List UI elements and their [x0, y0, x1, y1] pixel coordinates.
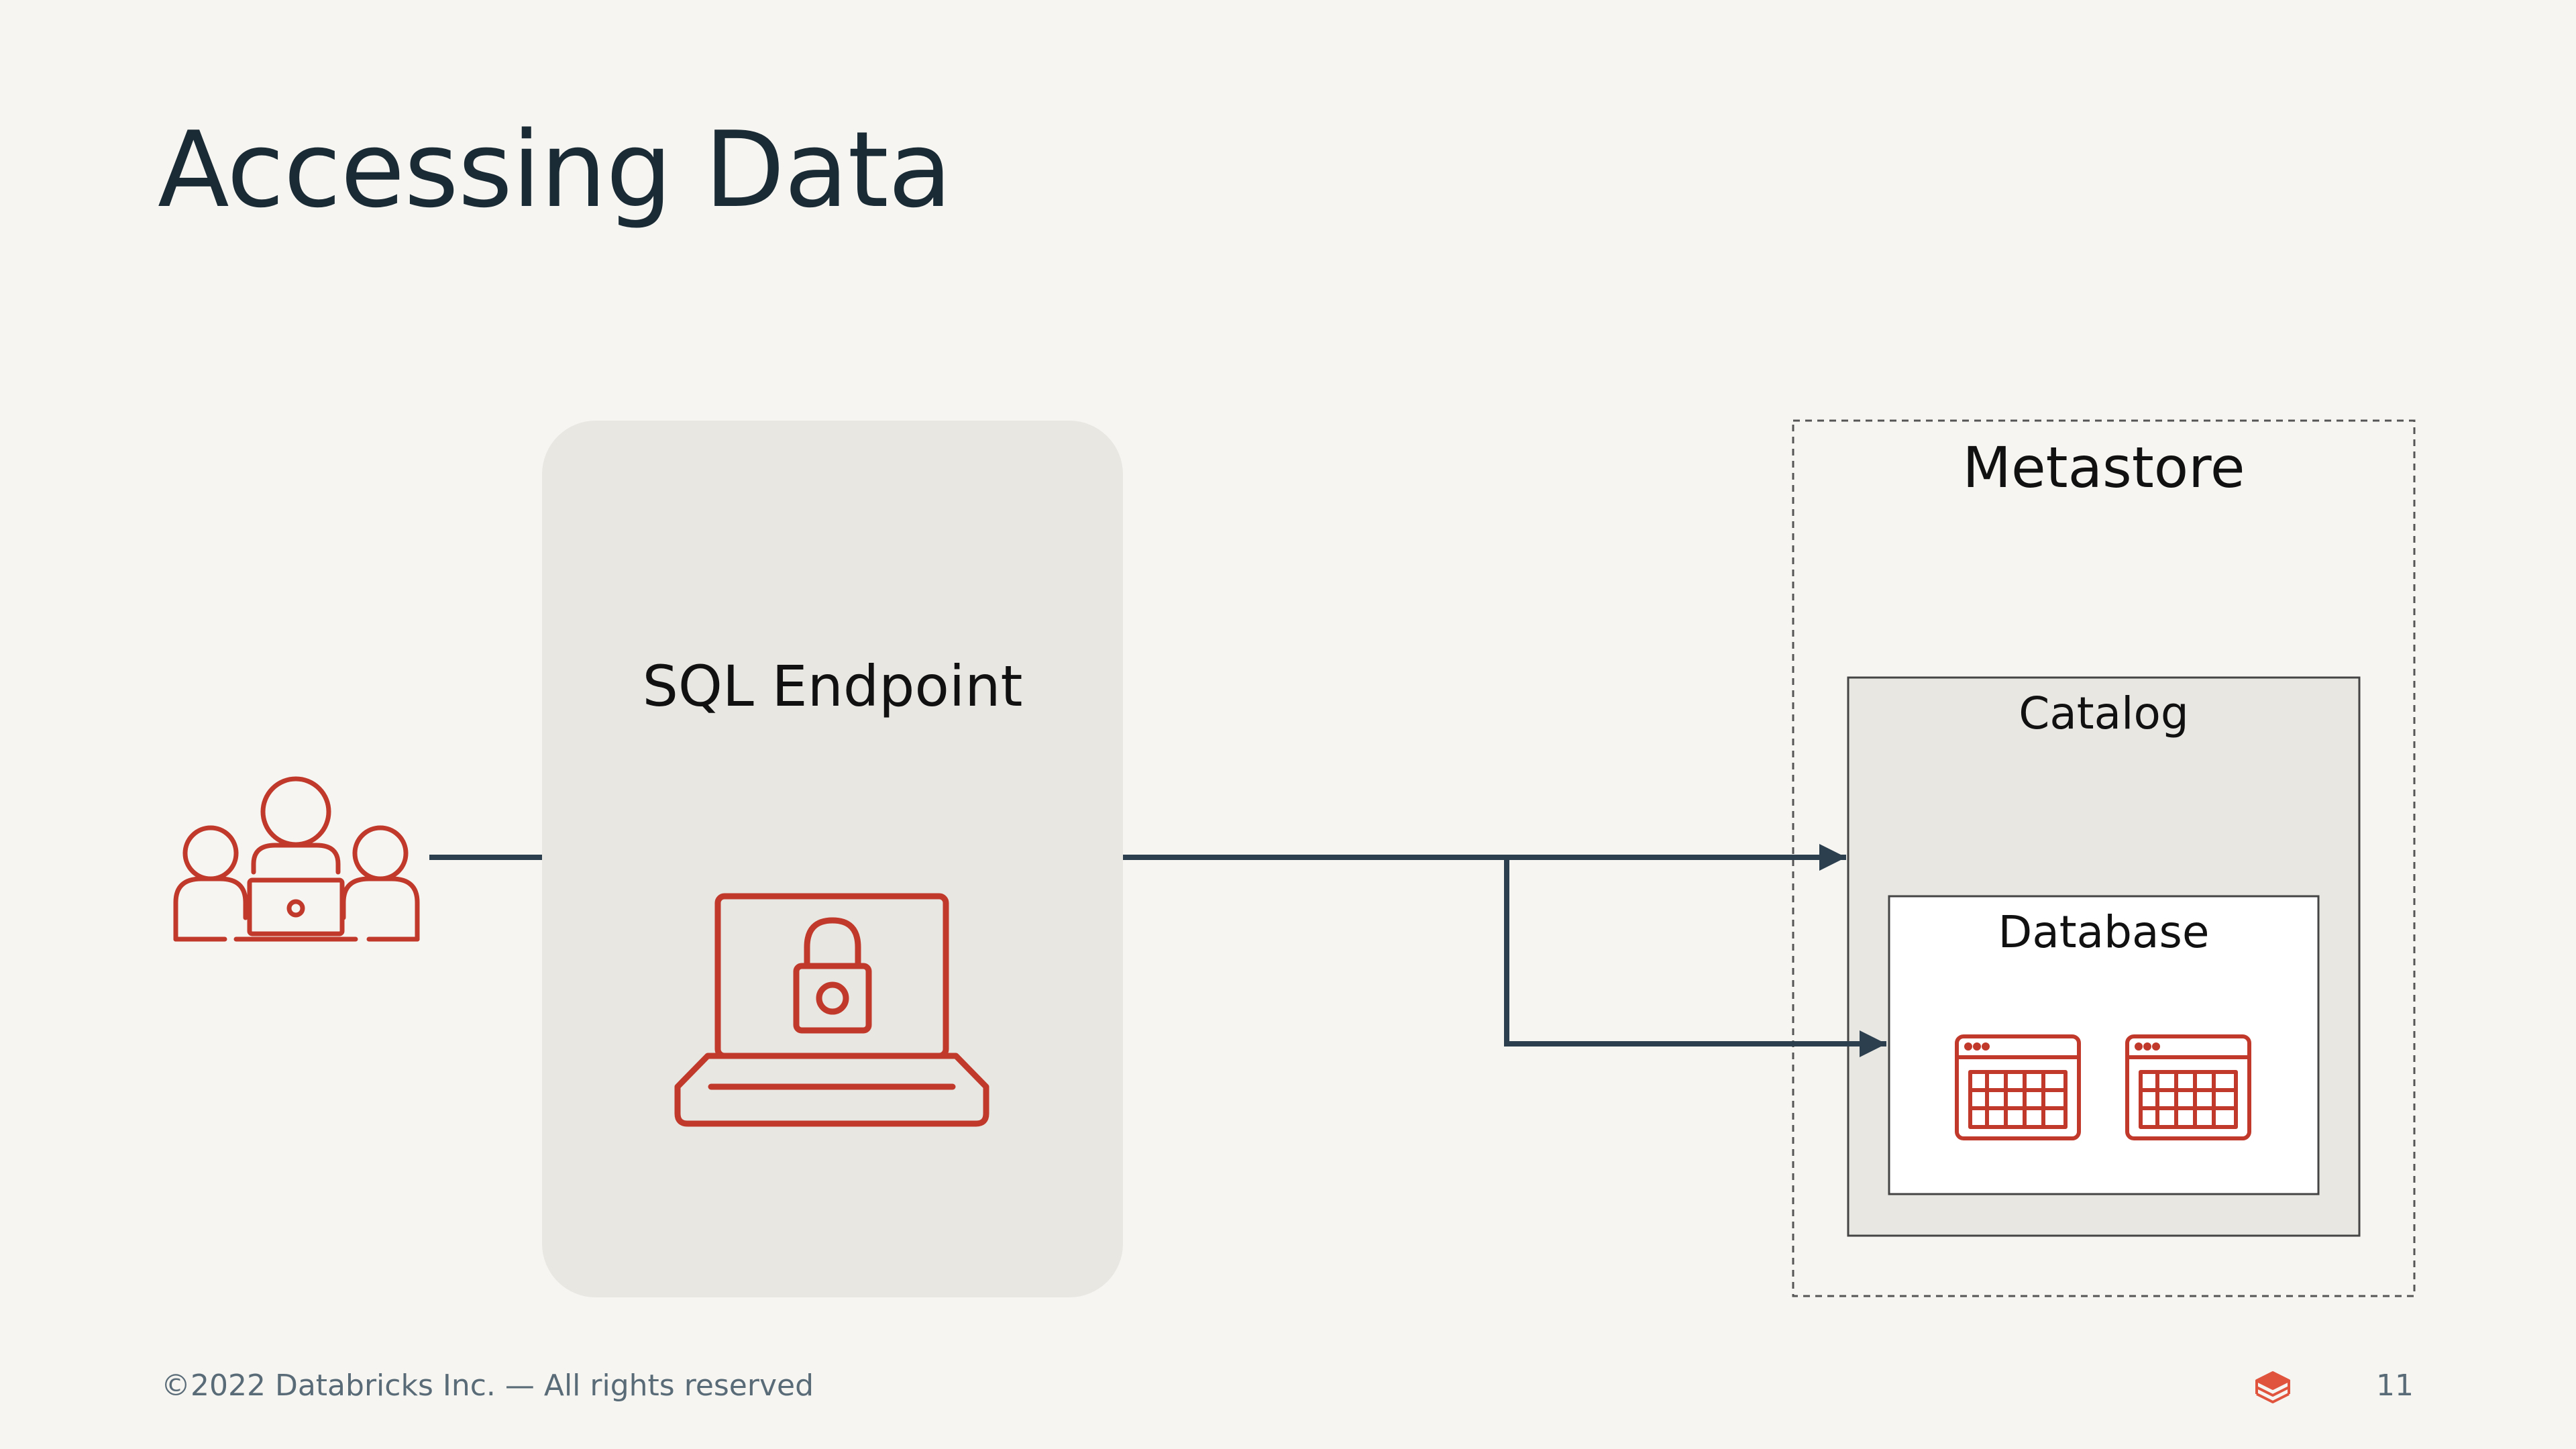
architecture-diagram: SQL Endpoint Metastore Catalog Database	[173, 419, 2416, 1297]
catalog-label: Catalog	[2019, 688, 2188, 739]
databricks-logo-icon	[2255, 1371, 2290, 1403]
database-label: Database	[1998, 906, 2210, 958]
slide: Accessing Data SQL Endpoint Metastore Ca…	[0, 0, 2576, 1449]
sql-endpoint-box: SQL Endpoint	[542, 421, 1123, 1297]
sql-endpoint-label: SQL Endpoint	[643, 653, 1023, 719]
page-number: 11	[2376, 1368, 2414, 1403]
endpoint-to-database-arrow	[1504, 857, 1886, 1057]
copyright-footer: ©2022 Databricks Inc. — All rights reser…	[161, 1368, 814, 1403]
users-with-laptop-icon	[173, 776, 420, 942]
metastore-label: Metastore	[1962, 435, 2245, 500]
database-box: Database	[1888, 895, 2320, 1195]
